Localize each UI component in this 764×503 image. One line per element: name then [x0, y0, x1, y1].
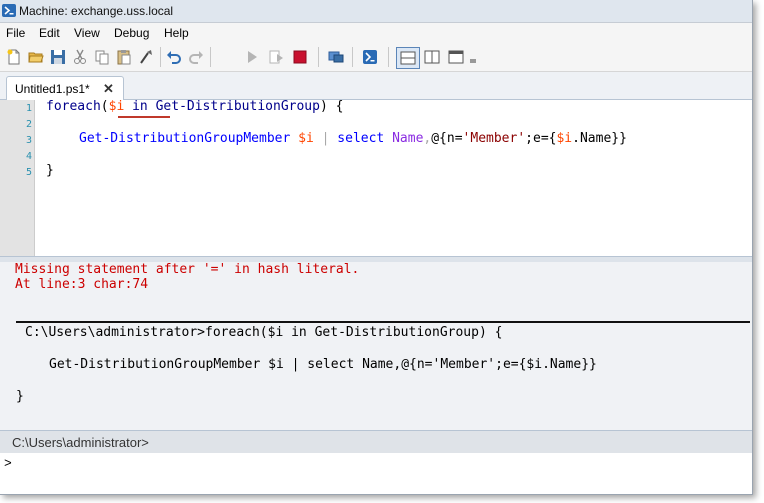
title-bar: Machine: exchange.uss.local: [0, 0, 752, 23]
line-number: 4: [25, 151, 32, 162]
powershell-console-icon[interactable]: [360, 47, 380, 67]
clear-icon[interactable]: [136, 47, 156, 67]
toolbar: [0, 43, 752, 72]
toolbar-overflow-icon[interactable]: [468, 47, 478, 67]
layout-right-icon[interactable]: [422, 47, 442, 67]
powershell-window-icon: [2, 4, 16, 17]
menu-view[interactable]: View: [74, 26, 100, 40]
powershell-ise-window: Machine: exchange.uss.local File Edit Vi…: [0, 0, 753, 495]
brace-open: ) {: [319, 99, 344, 114]
error-location: At line:3 char:74: [15, 277, 149, 292]
paren: (: [100, 99, 109, 114]
hash-expression: ;e={: [525, 131, 557, 146]
output-pane[interactable]: Missing statement after '=' in hash lite…: [0, 262, 752, 430]
redo-icon[interactable]: [186, 47, 206, 67]
variable-i: $i: [108, 99, 125, 114]
line-number: 3: [25, 135, 32, 146]
stop-icon[interactable]: [290, 47, 310, 67]
toolbar-separator: [388, 47, 389, 67]
menu-file[interactable]: File: [6, 26, 25, 40]
command-get-distributiongroup: Get-DistributionGroup: [155, 99, 320, 114]
line-number: 2: [25, 119, 32, 130]
argument-name: Name: [392, 131, 424, 146]
keyword-in: in: [124, 99, 156, 114]
line-number: 5: [25, 167, 32, 178]
echo-line-2: Get-DistributionGroupMember $i | select …: [49, 357, 597, 372]
menu-bar: File Edit View Debug Help: [0, 23, 752, 43]
new-file-icon[interactable]: [4, 47, 24, 67]
command-input-text[interactable]: >: [4, 456, 12, 471]
menu-help[interactable]: Help: [164, 26, 189, 40]
command-select: select: [337, 131, 385, 146]
pipe: |: [313, 131, 338, 146]
code-line-5: }: [46, 163, 54, 178]
echo-line-3: }: [16, 389, 24, 404]
window-title: Machine: exchange.uss.local: [19, 4, 174, 18]
hash-open: @{n=: [431, 131, 463, 146]
layout-top-icon[interactable]: [396, 47, 420, 69]
error-message: Missing statement after '=' in hash lite…: [15, 262, 360, 277]
echo-line-1: C:\Users\administrator>foreach($i in Get…: [25, 325, 503, 340]
script-tab-strip: Untitled1.ps1* ✕: [0, 72, 752, 100]
code-line-3: Get-DistributionGroupMember $i | select …: [79, 131, 627, 146]
cut-icon[interactable]: [70, 47, 90, 67]
run-selection-icon[interactable]: [266, 47, 286, 67]
string-member: 'Member': [462, 131, 526, 146]
copy-icon[interactable]: [92, 47, 112, 67]
code-line-1: foreach($i in Get-DistributionGroup) {: [46, 99, 343, 114]
paste-icon[interactable]: [114, 47, 134, 67]
toolbar-separator: [352, 47, 353, 67]
toolbar-separator: [210, 47, 211, 67]
command-get-distributiongroupmember: Get-DistributionGroupMember: [79, 131, 291, 146]
command-input[interactable]: >: [0, 453, 752, 494]
toolbar-separator: [160, 47, 161, 67]
tab-untitled1[interactable]: Untitled1.ps1* ✕: [6, 76, 124, 100]
property-name: .Name}}: [572, 131, 627, 146]
line-number-gutter: 1 2 3 4 5: [0, 100, 35, 256]
menu-debug[interactable]: Debug: [114, 26, 149, 40]
prompt-path: C:\Users\administrator>: [12, 435, 149, 450]
variable-i: $i: [298, 131, 314, 146]
layout-max-icon[interactable]: [446, 47, 466, 67]
undo-icon[interactable]: [164, 47, 184, 67]
error-squiggle: [118, 116, 170, 118]
save-icon[interactable]: [48, 47, 68, 67]
variable-i: $i: [556, 131, 573, 146]
run-script-icon[interactable]: [242, 47, 262, 67]
tab-label: Untitled1.ps1*: [15, 82, 90, 96]
script-editor[interactable]: 1 2 3 4 5 foreach($i in Get-Distribution…: [0, 99, 752, 256]
remote-powershell-icon[interactable]: [326, 47, 346, 67]
keyword-foreach: foreach: [46, 99, 101, 114]
close-icon[interactable]: ✕: [102, 82, 115, 95]
output-divider: [16, 321, 750, 323]
menu-edit[interactable]: Edit: [39, 26, 60, 40]
open-folder-icon[interactable]: [26, 47, 46, 67]
toolbar-separator: [318, 47, 319, 67]
line-number: 1: [25, 103, 32, 114]
prompt-bar: C:\Users\administrator>: [0, 430, 752, 453]
